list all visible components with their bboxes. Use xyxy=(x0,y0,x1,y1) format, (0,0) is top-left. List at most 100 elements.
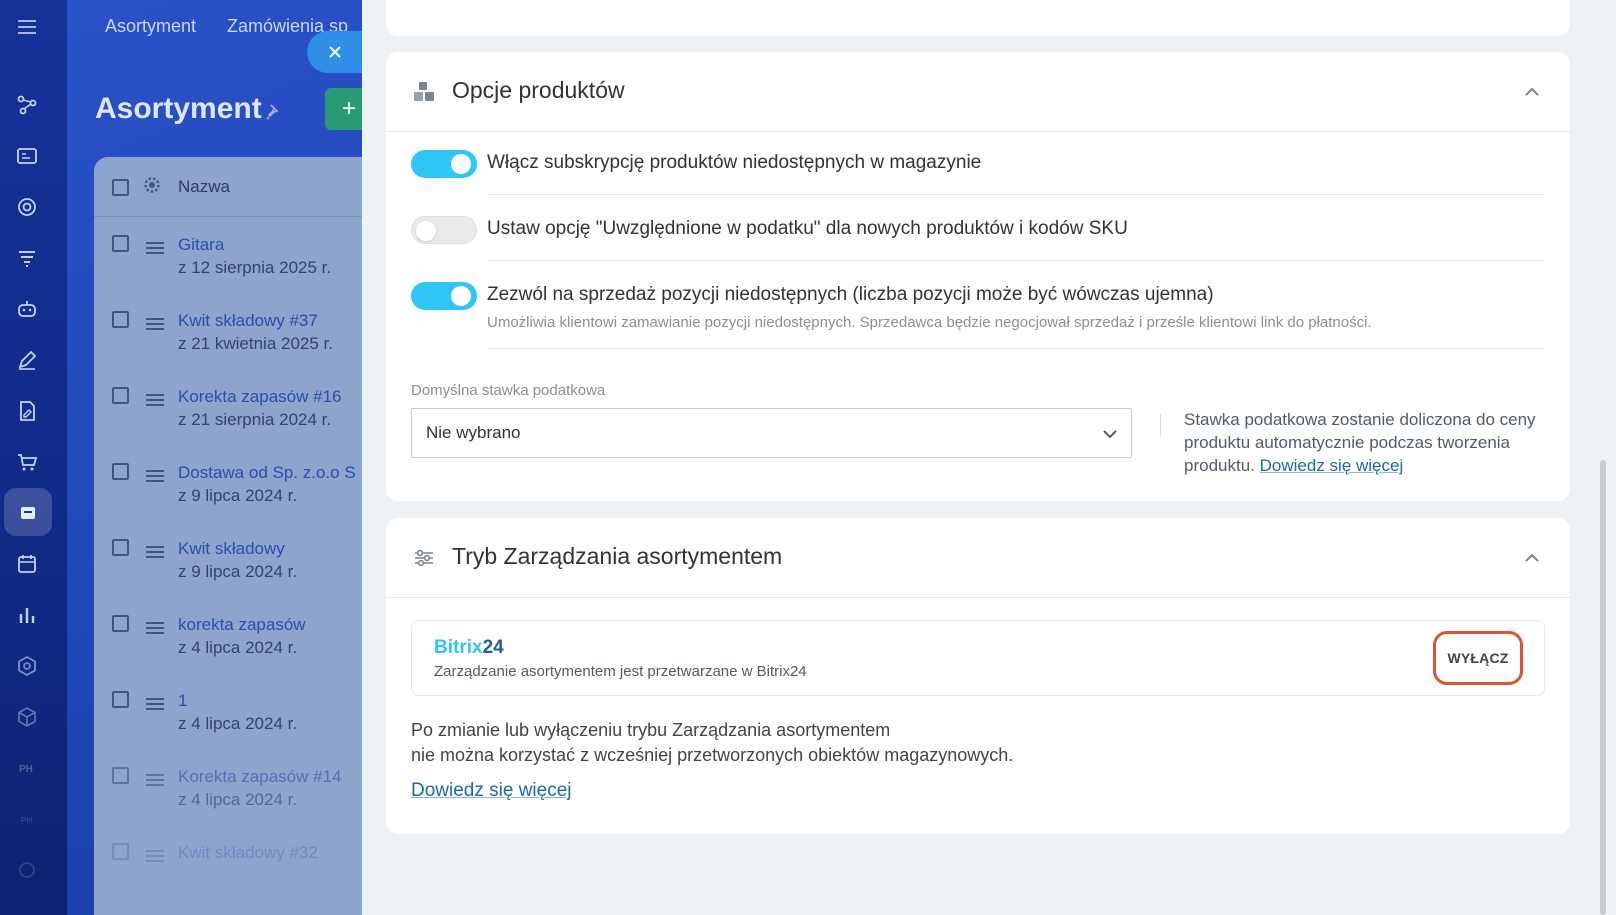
drag-handle-icon[interactable] xyxy=(146,241,164,255)
row-name[interactable]: Gitara xyxy=(178,235,224,255)
tax-rate-hint: Stawka podatkowa zostanie doliczona do c… xyxy=(1184,408,1550,477)
row-date: z 4 lipca 2024 r. xyxy=(178,714,298,733)
row-checkbox[interactable] xyxy=(112,615,129,632)
row-checkbox[interactable] xyxy=(112,463,129,480)
document-edit-icon[interactable] xyxy=(12,396,42,426)
select-all-checkbox[interactable] xyxy=(112,179,129,196)
row-date: z 9 lipca 2024 r. xyxy=(178,562,298,581)
row-date: z 21 kwietnia 2025 r. xyxy=(178,334,333,353)
drag-handle-icon[interactable] xyxy=(146,849,164,863)
note-line-2: nie można korzystać z wcześniej przetwor… xyxy=(411,745,1014,765)
tax-rate-label: Domyślna stawka podatkowa xyxy=(411,382,606,399)
crm-icon[interactable] xyxy=(12,90,42,120)
analytics-icon[interactable] xyxy=(12,600,42,630)
row-name[interactable]: 1 xyxy=(178,691,187,711)
pen-icon[interactable] xyxy=(12,345,42,375)
section-title: Opcje produktów xyxy=(452,77,625,103)
chevron-down-icon xyxy=(1103,430,1117,439)
settings-icon[interactable] xyxy=(12,855,42,885)
row-name[interactable]: Korekta zapasów #16 xyxy=(178,387,342,407)
divider xyxy=(487,348,1545,349)
toggle-knob xyxy=(451,154,471,174)
drag-handle-icon[interactable] xyxy=(146,393,164,407)
row-checkbox[interactable] xyxy=(112,843,129,860)
calendar-icon[interactable] xyxy=(12,549,42,579)
tab-asortyment[interactable]: Asortyment xyxy=(105,16,196,37)
menu-icon[interactable] xyxy=(12,12,42,42)
drag-handle-icon[interactable] xyxy=(146,773,164,787)
chevron-up-icon[interactable] xyxy=(1524,550,1540,566)
row-name[interactable]: Kwit składowy xyxy=(178,539,285,559)
inventory-mode-card: Tryb Zarządzania asortymentem Bitrix24 Z… xyxy=(386,518,1570,834)
robot-icon[interactable] xyxy=(12,294,42,324)
gear-icon[interactable] xyxy=(142,175,162,195)
column-name-header[interactable]: Nazwa xyxy=(178,177,230,197)
left-nav-rail: PH PH xyxy=(0,0,67,915)
bitrix24-logo: Bitrix24 xyxy=(434,637,504,659)
logo-text-part2: 24 xyxy=(482,637,504,658)
cart-icon[interactable] xyxy=(12,447,42,477)
logo-text-part1: Bitrix xyxy=(434,637,483,658)
target-icon[interactable] xyxy=(12,192,42,222)
tax-learn-more-link[interactable]: Dowiedz się więcej xyxy=(1260,456,1404,475)
row-date: z 12 sierpnia 2025 r. xyxy=(178,258,332,277)
row-name[interactable]: Dostawa od Sp. z.o.o S xyxy=(178,463,356,483)
row-checkbox[interactable] xyxy=(112,691,129,708)
provider-description: Zarządzanie asortymentem jest przetwarza… xyxy=(434,663,807,680)
tax-rate-select[interactable]: Nie wybrano xyxy=(411,408,1132,458)
note-line-1: Po zmianie lub wyłączeniu trybu Zarządza… xyxy=(411,720,891,740)
close-slider-button[interactable] xyxy=(307,31,363,73)
option-label: Zezwól na sprzedaż pozycji niedostępnych… xyxy=(487,284,1214,305)
inventory-mode-header[interactable]: Tryb Zarządzania asortymentem xyxy=(386,518,1570,598)
previous-section-card xyxy=(386,0,1570,36)
inventory-mode-note: Po zmianie lub wyłączeniu trybu Zarządza… xyxy=(411,718,1013,768)
toggle-switch[interactable] xyxy=(411,282,477,310)
inventory-provider-box: Bitrix24 Zarządzanie asortymentem jest p… xyxy=(411,620,1545,696)
row-checkbox[interactable] xyxy=(112,539,129,556)
hexagon-icon[interactable] xyxy=(12,651,42,681)
row-name[interactable]: Kwit składowy #37 xyxy=(178,311,318,331)
section-title: Tryb Zarządzania asortymentem xyxy=(452,543,783,569)
chevron-up-icon[interactable] xyxy=(1524,84,1540,100)
warehouse-icon[interactable] xyxy=(4,488,52,536)
boxes-icon xyxy=(414,82,434,101)
pin-icon[interactable] xyxy=(264,102,284,122)
row-date: z 4 lipca 2024 r. xyxy=(178,638,298,657)
row-date: z 4 lipca 2024 r. xyxy=(178,790,298,809)
box-icon[interactable] xyxy=(12,702,42,732)
drag-handle-icon[interactable] xyxy=(146,469,164,483)
page-title: Asortyment xyxy=(95,92,262,125)
drag-handle-icon[interactable] xyxy=(146,697,164,711)
divider xyxy=(487,260,1545,261)
row-checkbox[interactable] xyxy=(112,767,129,784)
row-checkbox[interactable] xyxy=(112,235,129,252)
tax-rate-value: Nie wybrano xyxy=(426,423,521,442)
ph-icon[interactable]: PH xyxy=(12,753,42,783)
drag-handle-icon[interactable] xyxy=(146,621,164,635)
product-options-card: Opcje produktów Włącz subskrypcję produk… xyxy=(386,52,1570,501)
contact-card-icon[interactable] xyxy=(12,141,42,171)
option-label: Ustaw opcję "Uwzględnione w podatku" dla… xyxy=(487,218,1128,239)
row-date: z 9 lipca 2024 r. xyxy=(178,486,298,505)
row-name[interactable]: korekta zapasów xyxy=(178,615,306,635)
row-checkbox[interactable] xyxy=(112,387,129,404)
funnel-icon[interactable] xyxy=(12,243,42,273)
drag-handle-icon[interactable] xyxy=(146,545,164,559)
row-name[interactable]: Korekta zapasów #14 xyxy=(178,767,342,787)
row-checkbox[interactable] xyxy=(112,311,129,328)
row-date: z 21 sierpnia 2024 r. xyxy=(178,410,332,429)
app-icon[interactable]: PH xyxy=(12,804,42,834)
toggle-knob xyxy=(416,221,436,241)
product-options-header[interactable]: Opcje produktów xyxy=(386,52,1570,132)
toggle-switch[interactable] xyxy=(411,216,477,244)
row-name[interactable]: Kwit składowy #32 xyxy=(178,843,318,863)
disable-button[interactable]: WYŁĄCZ xyxy=(1433,631,1523,685)
close-icon xyxy=(329,46,341,58)
learn-more-link[interactable]: Dowiedz się więcej xyxy=(411,780,572,802)
toggle-switch[interactable] xyxy=(411,150,477,178)
svg-text:PH: PH xyxy=(21,816,32,825)
scrollbar[interactable] xyxy=(1600,460,1606,915)
drag-handle-icon[interactable] xyxy=(146,317,164,331)
toggle-knob xyxy=(451,286,471,306)
vertical-separator xyxy=(1160,414,1161,436)
